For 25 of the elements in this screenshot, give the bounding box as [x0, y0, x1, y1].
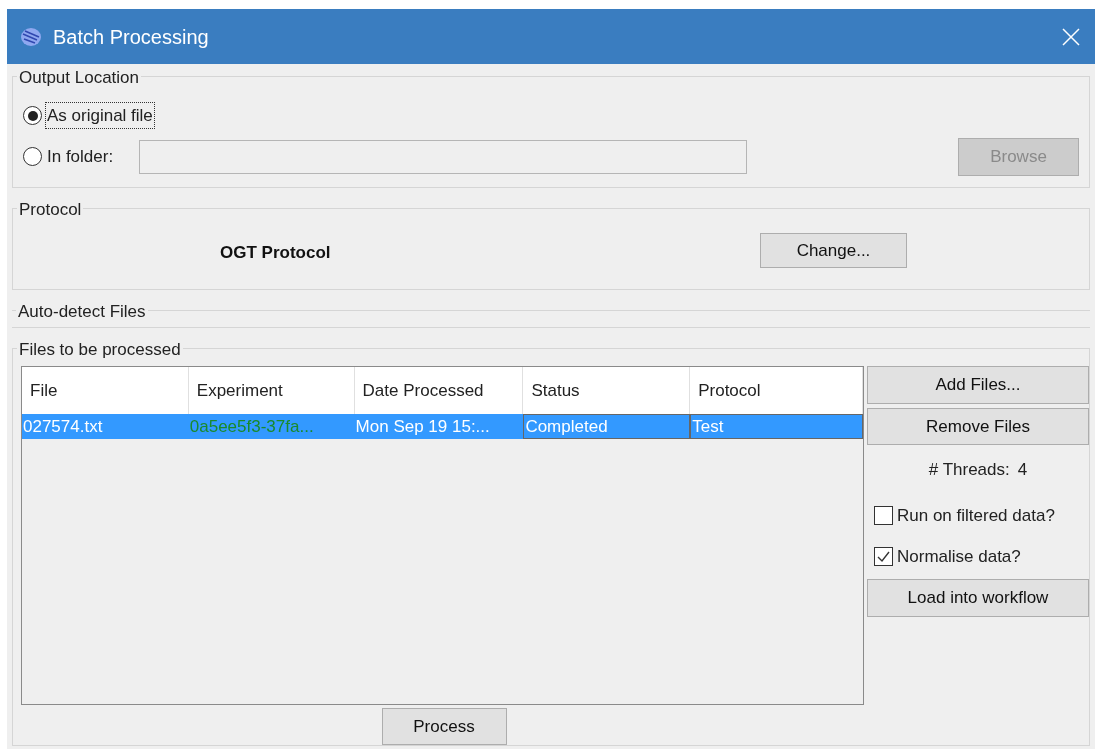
checkbox[interactable] [874, 506, 893, 525]
column-header[interactable]: Protocol [690, 367, 863, 414]
table-cell: Test [690, 414, 863, 439]
checkbox[interactable] [874, 547, 893, 566]
add-files-button[interactable]: Add Files... [867, 366, 1089, 404]
table-cell-text: Mon Sep 19 15:... [354, 415, 491, 438]
load-workflow-button[interactable]: Load into workflow [867, 579, 1089, 617]
radio-button[interactable] [23, 147, 42, 166]
change-button[interactable]: Change... [760, 233, 907, 268]
checkbox-label[interactable]: Run on filtered data? [897, 502, 1055, 529]
threads-value: 4 [1017, 459, 1028, 482]
close-icon[interactable] [1061, 26, 1081, 47]
radio-button[interactable] [23, 106, 42, 125]
remove-files-button[interactable]: Remove Files [867, 408, 1089, 445]
threads-label: # Threads: [928, 459, 1010, 482]
table-cell-text: 0a5ee5f3-37fa... [188, 415, 315, 438]
column-header[interactable]: Status [523, 367, 691, 414]
radio-label[interactable]: As original file [46, 102, 154, 129]
radio-label[interactable]: In folder: [46, 143, 115, 170]
protocol-name: OGT Protocol [220, 241, 331, 264]
process-button[interactable]: Process [381, 708, 507, 745]
table-cell: Completed [523, 414, 691, 439]
checkbox-label[interactable]: Normalise data? [897, 543, 1021, 570]
window-title: Batch Processing [53, 24, 209, 50]
table-cell-text: 027574.txt [22, 415, 104, 438]
